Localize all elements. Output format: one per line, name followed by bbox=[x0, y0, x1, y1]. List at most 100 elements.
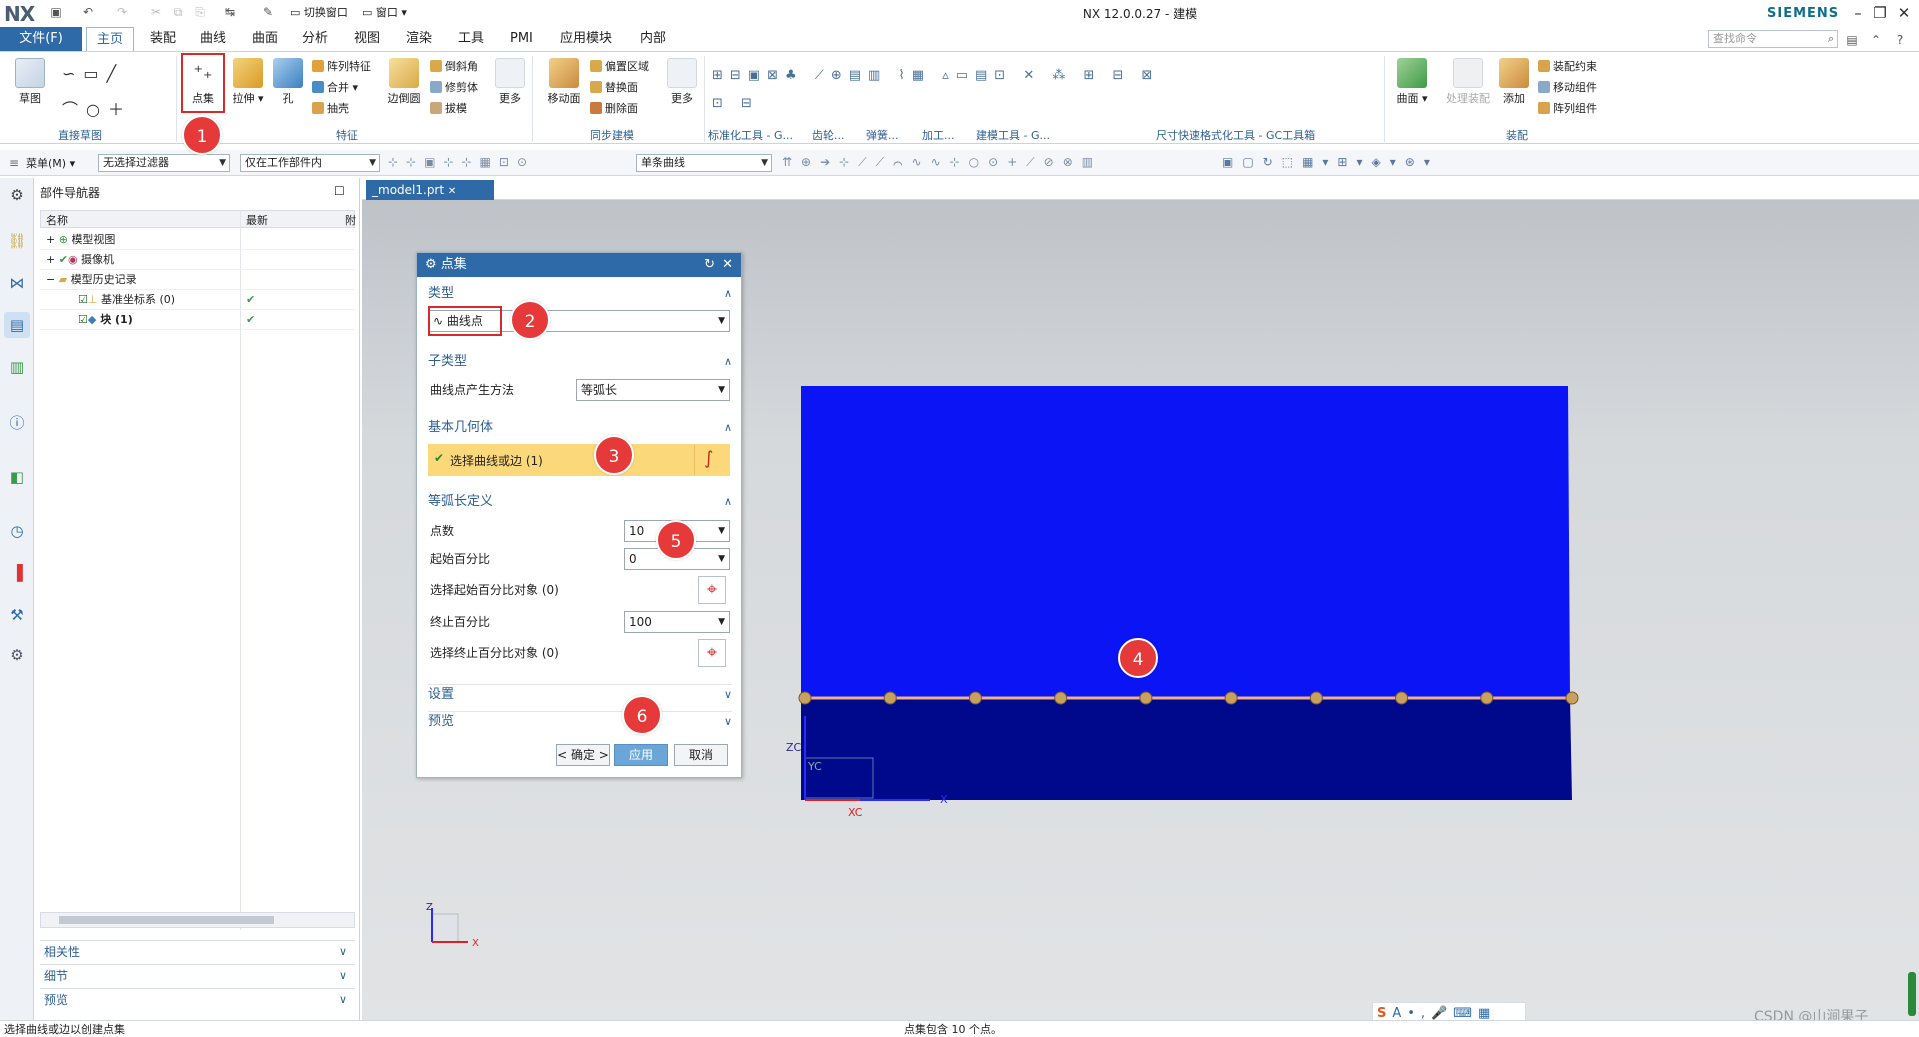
set-point[interactable] bbox=[1054, 691, 1068, 705]
tab-home[interactable]: 主页 bbox=[86, 27, 135, 51]
edge-blend-button[interactable]: 边倒圆 bbox=[382, 58, 426, 106]
delete-face-button[interactable]: 删除面 bbox=[590, 100, 638, 118]
type-section-header[interactable]: 类型 ∧ bbox=[428, 284, 732, 304]
more-sync-button[interactable]: 更多 bbox=[664, 58, 700, 106]
column-latest[interactable]: 最新 bbox=[246, 212, 268, 228]
preview-panel[interactable]: 预览 ∨ bbox=[40, 988, 355, 1010]
part-navigator-icon[interactable]: ▤ bbox=[4, 312, 30, 338]
subtype-select[interactable]: 等弧长 ▼ bbox=[576, 379, 730, 401]
cut-icon[interactable]: ✂ bbox=[148, 4, 164, 20]
help-icon[interactable]: ? bbox=[1892, 32, 1908, 48]
column-attach[interactable]: 附 bbox=[345, 212, 356, 228]
close-icon[interactable]: ✕ bbox=[448, 186, 456, 197]
tab-model1[interactable]: _model1.prt ✕ bbox=[366, 180, 494, 200]
selection-filter-select[interactable]: 无选择过滤器 ▼ bbox=[98, 154, 230, 172]
set-point[interactable] bbox=[1395, 691, 1409, 705]
shell-button[interactable]: 抽壳 bbox=[312, 100, 349, 118]
touch-mode-icon[interactable]: ✎ bbox=[260, 4, 276, 20]
set-point[interactable] bbox=[1565, 691, 1579, 705]
tab-render[interactable]: 渲染 bbox=[396, 27, 442, 51]
history-icon[interactable]: ◧ bbox=[4, 464, 30, 490]
replace-face-button[interactable]: 替换面 bbox=[590, 79, 638, 97]
menu-button[interactable]: 菜单(M) ▾ bbox=[26, 155, 75, 171]
close-icon[interactable]: ✕ bbox=[722, 253, 733, 277]
select-curve-row[interactable]: ✔ 选择曲线或边 (1) ∫ bbox=[428, 444, 730, 476]
scrollbar-thumb[interactable] bbox=[59, 916, 274, 924]
close-button[interactable]: ✕ bbox=[1891, 2, 1917, 24]
offset-region-button[interactable]: 偏置区域 bbox=[590, 58, 649, 76]
web-browser-icon[interactable]: ⓘ bbox=[4, 410, 30, 436]
window-menu-button[interactable]: ▭ 窗口 ▾ bbox=[362, 4, 407, 20]
block-front-face[interactable] bbox=[801, 698, 1572, 800]
end-percent-input[interactable]: 100 ▼ bbox=[624, 611, 730, 633]
set-point[interactable] bbox=[1139, 691, 1153, 705]
chamfer-button[interactable]: 倒斜角 bbox=[430, 58, 478, 76]
block-top-face[interactable] bbox=[801, 386, 1570, 698]
surface-button[interactable]: 曲面 ▾ bbox=[1392, 58, 1432, 106]
snap-tools-group-1[interactable]: ⊹⊹▣⊹⊹▦⊡⊙ bbox=[388, 155, 628, 171]
subtype-section-header[interactable]: 子类型 ∧ bbox=[428, 352, 732, 372]
roles-icon[interactable]: ⚒ bbox=[4, 602, 30, 628]
undo-icon[interactable]: ↶ bbox=[80, 4, 96, 20]
command-search-input[interactable]: 查找命令 ⌕ bbox=[1708, 30, 1838, 48]
pattern-component-button[interactable]: 阵列组件 bbox=[1538, 100, 1597, 118]
settings-gear-icon[interactable]: ⚙ bbox=[4, 182, 30, 208]
end-object-picker[interactable]: ⌖ bbox=[698, 639, 726, 667]
set-point[interactable] bbox=[1309, 691, 1323, 705]
set-point[interactable] bbox=[1480, 691, 1494, 705]
restore-button[interactable]: ❐ bbox=[1867, 2, 1893, 24]
list-item[interactable]: + ⊕ 模型视图 bbox=[40, 230, 355, 250]
copy-icon[interactable]: ⧉ bbox=[170, 4, 186, 20]
dependencies-panel[interactable]: 相关性 ∨ bbox=[40, 940, 355, 962]
visualization-icon[interactable]: ▐ bbox=[4, 560, 30, 586]
set-point[interactable] bbox=[968, 691, 982, 705]
reuse-library-icon[interactable]: ▥ bbox=[4, 354, 30, 380]
details-panel[interactable]: 细节 ∨ bbox=[40, 964, 355, 986]
ribbon-options-icon[interactable]: ▤ bbox=[1844, 32, 1860, 48]
arc-length-section-header[interactable]: 等弧长定义 ∧ bbox=[428, 492, 732, 512]
tab-surface[interactable]: 曲面 bbox=[242, 27, 288, 51]
tab-analysis[interactable]: 分析 bbox=[292, 27, 338, 51]
list-item[interactable]: + ✔◉ 摄像机 bbox=[40, 250, 355, 270]
toolbox-icon-grid[interactable]: ⊞⊟▣⊠♣ ⟋⊕▤▥ ⌇▦ ▵▭▤⊡ ✕ ⁂ ⊞ ⊟ ⊠ ⊡ ⊟⊞⊡⊟♦♠ ⊙◇… bbox=[712, 62, 1172, 120]
checkbox-icon[interactable]: ☑ bbox=[78, 313, 88, 326]
point-set-button[interactable]: ⁺₊ 点集 bbox=[183, 58, 223, 106]
tab-pmi[interactable]: PMI bbox=[500, 27, 543, 51]
ok-button[interactable]: < 确定 > bbox=[556, 744, 610, 766]
constraint-navigator-icon[interactable]: ⋈ bbox=[4, 270, 30, 296]
move-face-button[interactable]: 移动面 bbox=[542, 58, 586, 106]
checkbox-icon[interactable]: ☑ bbox=[78, 293, 88, 306]
curve-selector-icon[interactable]: ∫ bbox=[704, 448, 713, 469]
tab-tools[interactable]: 工具 bbox=[448, 27, 494, 51]
start-object-picker[interactable]: ⌖ bbox=[698, 576, 726, 604]
sketch-curve-tools[interactable]: ∽▭╱ bbox=[62, 64, 162, 83]
base-geometry-section-header[interactable]: 基本几何体 ∧ bbox=[428, 418, 732, 438]
tab-view[interactable]: 视图 bbox=[344, 27, 390, 51]
pattern-feature-button[interactable]: 阵列特征 bbox=[312, 58, 371, 76]
move-component-button[interactable]: 移动组件 bbox=[1538, 79, 1597, 97]
selection-scope-select[interactable]: 仅在工作部件内 ▼ bbox=[240, 154, 380, 172]
extrude-button[interactable]: 拉伸 ▾ bbox=[228, 58, 268, 106]
apply-button[interactable]: 应用 bbox=[614, 744, 668, 766]
settings-section-header[interactable]: 设置 ∨ bbox=[428, 684, 732, 704]
curve-rule-select[interactable]: 单条曲线 ▼ bbox=[636, 154, 772, 172]
repeat-command-icon[interactable]: ↹ bbox=[222, 4, 238, 20]
trim-body-button[interactable]: 修剪体 bbox=[430, 79, 478, 97]
tab-applications[interactable]: 应用模块 bbox=[550, 27, 622, 51]
horizontal-scrollbar[interactable] bbox=[40, 912, 355, 928]
list-item[interactable]: ☑⊥ 基准坐标系 (0) ✔ bbox=[40, 290, 355, 310]
cancel-button[interactable]: 取消 bbox=[674, 744, 728, 766]
sketch-button[interactable]: 草图 bbox=[10, 58, 50, 106]
assembly-navigator-icon[interactable]: ⛓ bbox=[4, 228, 30, 254]
menu-icon[interactable]: ≡ bbox=[6, 155, 22, 171]
set-point[interactable] bbox=[883, 691, 897, 705]
hole-button[interactable]: 孔 bbox=[270, 58, 306, 106]
more-feature-button[interactable]: 更多 bbox=[492, 58, 528, 106]
clock-history-icon[interactable]: ◷ bbox=[4, 518, 30, 544]
list-item[interactable]: − ▰ 模型历史记录 bbox=[40, 270, 355, 290]
sketch-shape-tools[interactable]: ⌒○＋ bbox=[62, 96, 162, 120]
snap-point-tools[interactable]: ⇈⊕➔⊹⟋⟋⌒∿∿⊹○⊙+⟋⊘⊗▥ bbox=[782, 155, 1252, 171]
set-point[interactable] bbox=[1224, 691, 1238, 705]
list-item[interactable]: ☑◆ 块 (1) ✔ bbox=[40, 310, 355, 330]
set-point[interactable] bbox=[798, 691, 812, 705]
